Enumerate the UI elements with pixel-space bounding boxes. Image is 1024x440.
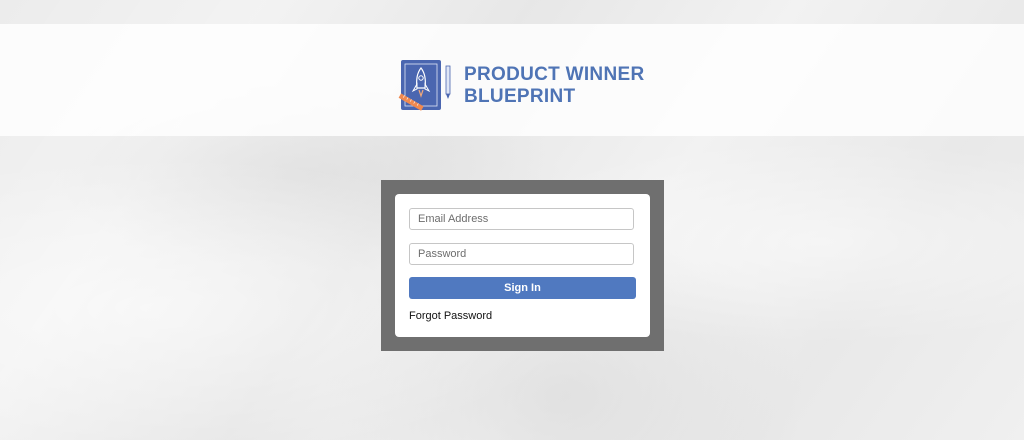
logo: PRODUCT WINNER BLUEPRINT xyxy=(396,56,656,116)
sign-in-button[interactable]: Sign In xyxy=(409,277,636,299)
logo-line-2: BLUEPRINT xyxy=(464,86,576,107)
forgot-password-link[interactable]: Forgot Password xyxy=(409,310,492,322)
password-input[interactable] xyxy=(409,243,634,265)
logo-text: PRODUCT WINNER BLUEPRINT xyxy=(464,64,644,108)
email-input[interactable] xyxy=(409,208,634,230)
logo-line-1: PRODUCT WINNER xyxy=(464,64,645,85)
rocket-blueprint-icon xyxy=(398,60,451,111)
login-frame: Sign In Forgot Password xyxy=(381,180,664,351)
login-form: Sign In Forgot Password xyxy=(395,194,650,337)
